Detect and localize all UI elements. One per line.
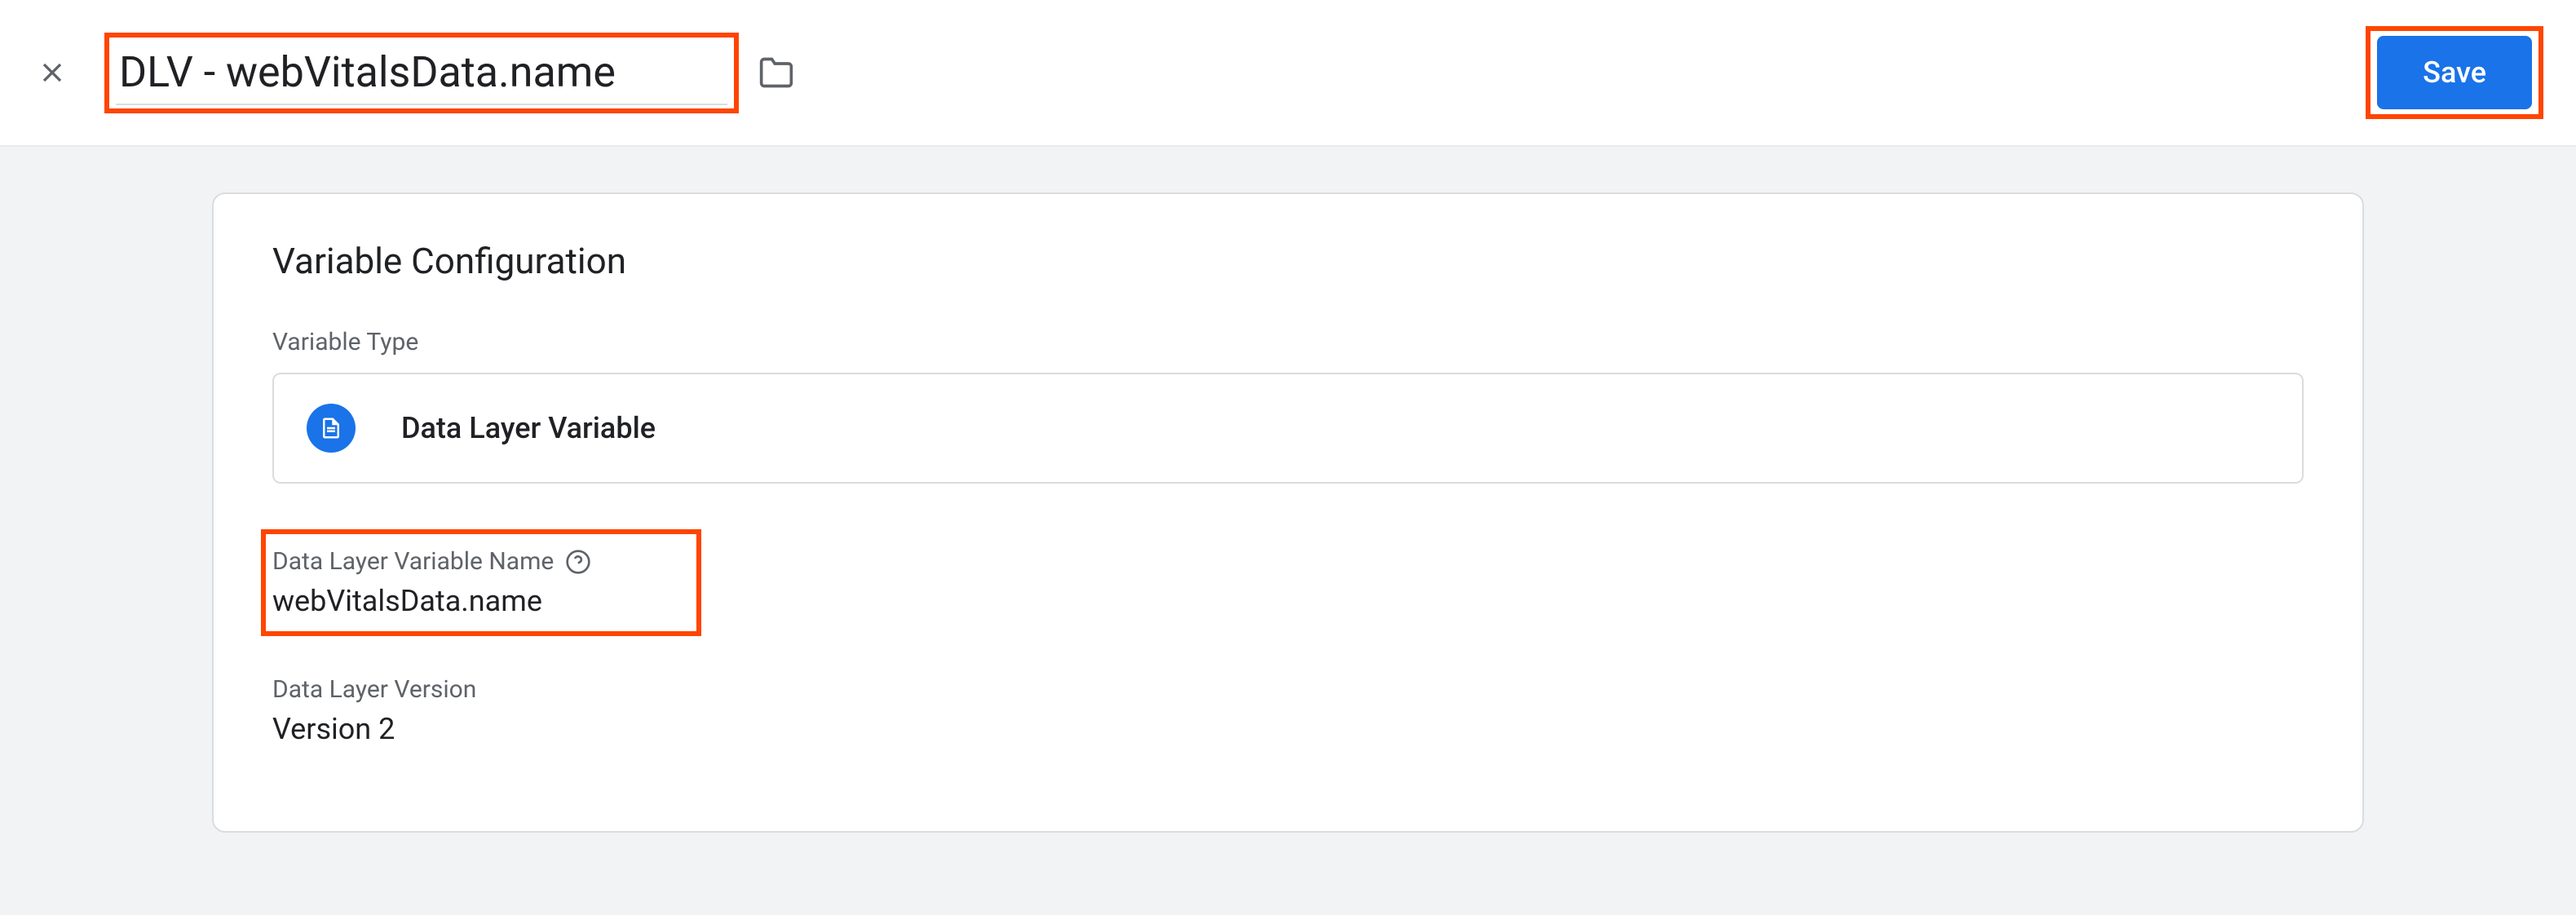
title-highlight-annotation <box>104 33 739 113</box>
variable-configuration-card: Variable Configuration Variable Type Dat… <box>212 192 2364 833</box>
variable-type-label: Variable Type <box>272 328 2304 356</box>
body-area: Variable Configuration Variable Type Dat… <box>0 147 2576 915</box>
save-highlight-annotation: Save <box>2366 26 2543 119</box>
data-layer-variable-icon <box>307 404 356 453</box>
help-icon[interactable] <box>565 549 591 575</box>
dlv-version-value[interactable]: Version 2 <box>272 712 2304 746</box>
variable-name-input[interactable] <box>116 41 727 105</box>
editor-header: Save <box>0 0 2576 147</box>
close-icon <box>36 56 68 89</box>
close-button[interactable] <box>33 53 72 92</box>
dlv-name-label: Data Layer Variable Name <box>272 547 554 576</box>
dlv-name-highlight-annotation: Data Layer Variable Name webVitalsData.n… <box>261 529 701 636</box>
folder-icon <box>758 55 794 91</box>
variable-type-name: Data Layer Variable <box>401 411 656 445</box>
dlv-version-label: Data Layer Version <box>272 675 476 704</box>
dlv-name-value[interactable]: webVitalsData.name <box>272 584 683 618</box>
variable-type-selector[interactable]: Data Layer Variable <box>272 373 2304 484</box>
card-title: Variable Configuration <box>272 240 2304 282</box>
folder-button[interactable] <box>758 55 794 91</box>
save-button[interactable]: Save <box>2377 36 2532 109</box>
dlv-version-field: Data Layer Version Version 2 <box>272 675 2304 746</box>
